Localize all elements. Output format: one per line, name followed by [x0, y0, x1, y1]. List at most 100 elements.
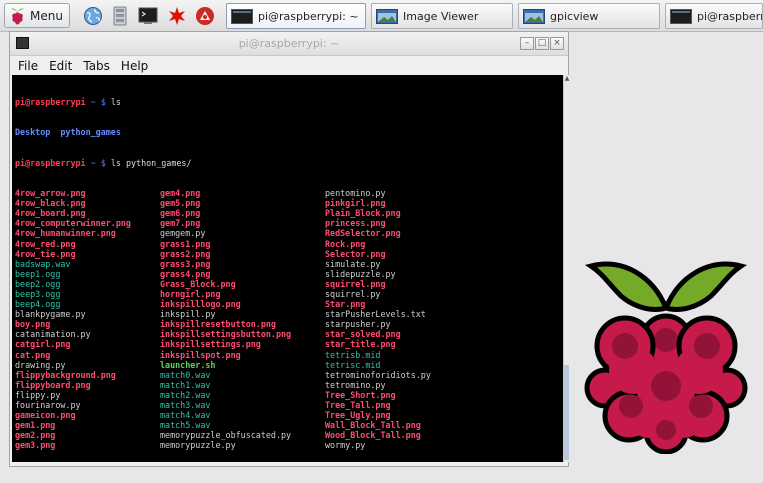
terminal-window: pi@raspberrypi: ~ – □ × File Edit Tabs H…: [9, 31, 569, 467]
listing-row: 4row_red.png grass1.png Rock.png: [15, 239, 563, 249]
task-terminal-2[interactable]: pi@raspberryp: [665, 3, 763, 29]
file-entry: catgirl.png: [15, 339, 71, 350]
menu-edit[interactable]: Edit: [49, 59, 72, 73]
file-entry: gem3.png: [15, 440, 56, 451]
file-entry: starpusher.py: [325, 319, 391, 330]
scroll-up-arrow-icon[interactable]: ▲: [564, 75, 570, 85]
listing-row: flippy.py match2.wav Tree_Short.png: [15, 390, 563, 400]
file-entry: starPusherLevels.txt: [325, 309, 426, 320]
file-entry: simulate.py: [325, 258, 381, 269]
file-entry: 4row_black.png: [15, 198, 86, 209]
file-entry: 4row_board.png: [15, 208, 86, 219]
listing-row: badswap.wav grass3.png simulate.py: [15, 259, 563, 269]
menu-help[interactable]: Help: [121, 59, 148, 73]
listing-row: cat.png inkspillspot.png tetrisb.mid: [15, 350, 563, 360]
file-entry: inkspillresetbutton.png: [160, 319, 276, 330]
file-entry: grass4.png: [160, 268, 211, 279]
task-image-viewer[interactable]: Image Viewer: [371, 3, 513, 29]
listing-row: beep1.ogg grass4.png slidepuzzle.py: [15, 269, 563, 279]
file-entry: beep2.ogg: [15, 278, 61, 289]
mathematica-icon[interactable]: [194, 5, 216, 27]
file-entry: inkspilllogo.png: [160, 299, 241, 310]
file-entry: inkspillsettingsbutton.png: [160, 329, 292, 340]
file-entry: launcher.sh: [160, 359, 216, 370]
file-entry: princess.png: [325, 218, 386, 229]
minimize-button[interactable]: –: [520, 37, 534, 50]
menu-file[interactable]: File: [18, 59, 38, 73]
file-manager-icon[interactable]: [109, 5, 131, 27]
scroll-thumb[interactable]: [564, 365, 569, 460]
file-entry: tetrisb.mid: [325, 349, 381, 360]
directory-entry: python_games: [60, 127, 121, 138]
listing-row: catanimation.py inkspillsettingsbutton.pn…: [15, 329, 563, 339]
file-entry: drawing.py: [15, 359, 66, 370]
directory-entry: Desktop: [15, 127, 51, 138]
listing-row: 4row_board.png gem6.png Plain_Block.png: [15, 208, 563, 218]
listing-row: 4row_humanwinner.png gemgem.py RedSelector…: [15, 228, 563, 238]
file-entry: gem6.png: [160, 208, 201, 219]
file-entry: gem7.png: [160, 218, 201, 229]
file-entry: squirrel.py: [325, 288, 381, 299]
listing-row: fourinarow.py match3.wav Tree_Tall.png: [15, 400, 563, 410]
menu-label: Menu: [30, 8, 63, 23]
file-entry: Star.png: [325, 299, 366, 310]
file-entry: tetrominoforidiots.py: [325, 369, 431, 380]
listing-row: gem2.png memorypuzzle_obfuscated.py Wood_B…: [15, 430, 563, 440]
file-entry: star_solved.png: [325, 329, 401, 340]
listing-row: drawing.py launcher.sh tetrisc.mid: [15, 360, 563, 370]
task-label: pi@raspberryp: [697, 9, 762, 23]
listing-row: boy.png inkspillresetbutton.png starpusher…: [15, 319, 563, 329]
menu-tabs[interactable]: Tabs: [83, 59, 110, 73]
prompt-path: ~ $: [85, 97, 111, 108]
file-entry: match2.wav: [160, 389, 211, 400]
file-entry: cat.png: [15, 349, 51, 360]
file-entry: Tree_Ugly.png: [325, 410, 391, 421]
file-entry: boy.png: [15, 319, 51, 330]
file-entry: RedSelector.png: [325, 228, 401, 239]
task-label: gpicview: [550, 9, 599, 23]
file-entry: inkspillsettings.png: [160, 339, 261, 350]
file-entry: 4row_tie.png: [15, 248, 76, 259]
file-entry: gem2.png: [15, 430, 56, 441]
listing-row: beep4.ogg inkspilllogo.png Star.png: [15, 299, 563, 309]
file-entry: 4row_arrow.png: [15, 188, 86, 199]
file-entry: gem1.png: [15, 420, 56, 431]
terminal-scrollbar[interactable]: ▲: [563, 75, 569, 462]
web-browser-icon[interactable]: [82, 5, 104, 27]
window-titlebar[interactable]: pi@raspberrypi: ~ – □ ×: [10, 32, 568, 56]
file-entry: grass1.png: [160, 238, 211, 249]
file-entry: beep4.ogg: [15, 299, 61, 310]
close-button[interactable]: ×: [550, 37, 564, 50]
listing-row: catgirl.png inkspillsettings.png star_titl…: [15, 339, 563, 349]
maximize-button[interactable]: □: [535, 37, 549, 50]
menu-button[interactable]: Menu: [4, 3, 70, 28]
task-terminal[interactable]: pi@raspberrypi: ~: [226, 3, 366, 29]
file-entry: flippy.py: [15, 389, 61, 400]
wolfram-icon[interactable]: [166, 5, 188, 27]
file-entry: grass2.png: [160, 248, 211, 259]
file-entry: Tree_Tall.png: [325, 400, 391, 410]
terminal-output[interactable]: pi@raspberrypi ~ $ ls Desktop python_gam…: [12, 75, 563, 462]
listing-row: flippyboard.png match1.wav tetromino.py: [15, 380, 563, 390]
prompt-path: ~ $: [85, 157, 111, 168]
file-entry: fourinarow.py: [15, 400, 81, 410]
terminal-icon: [231, 8, 253, 24]
file-entry: tetrisc.mid: [325, 359, 381, 370]
terminal-launcher-icon[interactable]: [137, 5, 159, 27]
listing-row: 4row_computerwinner.png gem7.png princess.…: [15, 218, 563, 228]
file-entry: catanimation.py: [15, 329, 91, 340]
window-menubar: File Edit Tabs Help: [10, 56, 568, 75]
image-viewer-icon: [523, 8, 545, 24]
listing-row: gem3.png memorypuzzle.py wormy.py: [15, 440, 563, 450]
listing-row: beep3.ogg horngirl.png squirrel.py: [15, 289, 563, 299]
task-gpicview[interactable]: gpicview: [518, 3, 660, 29]
file-entry: badswap.wav: [15, 258, 71, 269]
file-entry: 4row_red.png: [15, 238, 76, 249]
listing-row: flippybackground.png match0.wav tetrominof…: [15, 370, 563, 380]
file-entry: memorypuzzle.py: [160, 440, 236, 451]
file-entry: star_title.png: [325, 339, 396, 350]
file-entry: match5.wav: [160, 420, 211, 431]
listing-row: 4row_arrow.png gem4.png pentomino.py: [15, 188, 563, 198]
file-entry: Plain_Block.png: [325, 208, 401, 219]
raspberry-menu-icon: [11, 8, 24, 25]
